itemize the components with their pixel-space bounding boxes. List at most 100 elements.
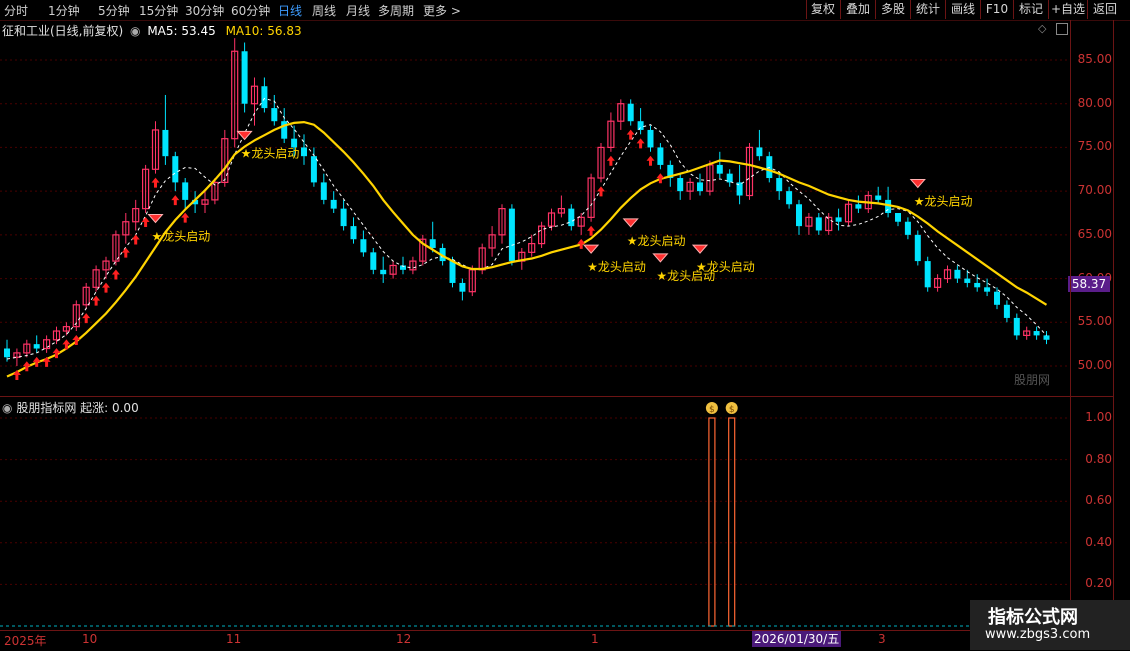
candle [301, 134, 307, 165]
candlestick-chart[interactable]: ★龙头启动★龙头启动★龙头启动★龙头启动★龙头启动★龙头启动★龙头启动 [0, 20, 1114, 395]
candle [250, 77, 259, 126]
buy-arrow [92, 295, 101, 306]
candle [657, 143, 664, 170]
timeframe-tab[interactable]: 5分钟 [98, 2, 130, 19]
signal-label: ★龙头启动 [152, 229, 211, 243]
candle [855, 195, 862, 213]
watermark: 股朋网 [1014, 373, 1051, 387]
candle [82, 282, 90, 310]
candle [330, 191, 337, 213]
candle [33, 335, 40, 353]
timeframe-tab[interactable]: 30分钟 [185, 2, 224, 19]
candle [984, 278, 991, 297]
signal-marker: ★龙头启动 [909, 179, 973, 209]
brand-url: www.zbgs3.com [985, 627, 1091, 642]
timeframe-tab[interactable]: 分时 [4, 2, 28, 19]
current-price-badge: 58.37 [1068, 276, 1110, 292]
back-button[interactable]: 返回 [1087, 0, 1122, 19]
candle [172, 151, 179, 192]
buy-arrow [111, 269, 120, 280]
timeframe-tab[interactable]: 60分钟 [231, 2, 270, 19]
candle [943, 265, 952, 283]
candle [677, 173, 684, 200]
crosshair-date-badge: 2026/01/30/五 [752, 631, 842, 647]
y-tick-label: 0.60 [1085, 493, 1112, 508]
candle [310, 147, 317, 187]
candle [815, 213, 822, 235]
mark-button[interactable]: 标记 [1013, 0, 1048, 19]
x-label: 11 [226, 632, 242, 646]
buy-arrow [597, 186, 605, 197]
y-tick-label: 55.00 [1077, 314, 1112, 329]
stats-button[interactable]: 统计 [910, 0, 945, 19]
draw-line-button[interactable]: 画线 [945, 0, 980, 19]
buy-arrow [606, 155, 615, 166]
candle [370, 247, 377, 275]
timeframe-tab-active[interactable]: 日线 [278, 2, 302, 19]
adjust-button[interactable]: 复权 [806, 0, 839, 19]
candle [587, 173, 595, 222]
candle [617, 99, 625, 130]
toolbar: 分时 1分钟 5分钟 15分钟 30分钟 60分钟 日线 周线 月线 多周期 更… [0, 0, 1130, 21]
multi-stock-button[interactable]: 多股 [875, 0, 910, 19]
y-tick-label: 65.00 [1077, 226, 1112, 241]
x-label: 2025年 [4, 634, 47, 648]
y-tick-label: 50.00 [1077, 358, 1112, 372]
buy-arrow [82, 313, 91, 324]
candle [875, 186, 882, 205]
candle [933, 274, 942, 292]
timeframe-tab[interactable]: 月线 [346, 2, 370, 19]
candle [271, 94, 278, 126]
candle [241, 42, 248, 113]
indicator-chart[interactable]: $ $ [0, 397, 1114, 630]
candle [488, 226, 496, 257]
y-tick-label: 80.00 [1077, 95, 1112, 110]
candle [537, 221, 546, 248]
candle [112, 230, 120, 266]
candle [597, 143, 605, 183]
timeframe-tab[interactable]: 1分钟 [48, 2, 80, 19]
signal-marker: ★龙头启动 [691, 244, 755, 274]
timeframe-tab[interactable]: 15分钟 [139, 2, 178, 19]
buy-arrow [171, 195, 180, 206]
signal-marker: ★龙头启动 [147, 213, 211, 243]
candle [221, 129, 229, 187]
y-tick-label: 70.00 [1077, 183, 1112, 198]
ma10-line [6, 120, 1048, 378]
signal-label: ★龙头启动 [696, 260, 755, 274]
svg-text:$: $ [729, 405, 735, 415]
buy-arrow [141, 217, 150, 227]
candle [1013, 313, 1020, 340]
timeframe-tab[interactable]: 多周期 [378, 2, 414, 19]
candle [151, 121, 160, 174]
candle [557, 195, 566, 218]
candle [42, 335, 51, 353]
timeframe-tab[interactable]: 周线 [312, 2, 336, 19]
candle [835, 208, 842, 231]
candle [1003, 300, 1010, 323]
candle [400, 256, 406, 275]
candle [340, 199, 347, 231]
more-menu[interactable]: 更多 > [423, 2, 461, 19]
x-label: 3 [878, 632, 886, 646]
y-tick-label: 85.00 [1077, 52, 1112, 66]
candle [1043, 331, 1050, 345]
candle [459, 278, 466, 301]
add-watchlist-button[interactable]: +自选 [1048, 0, 1087, 19]
signal-label: ★龙头启动 [587, 260, 646, 274]
candle [419, 234, 427, 266]
buy-arrow [577, 238, 586, 249]
candle [627, 99, 634, 126]
candle [1023, 326, 1031, 340]
signal-marker: ★龙头启动 [622, 218, 685, 248]
f10-button[interactable]: F10 [980, 0, 1013, 19]
overlay-button[interactable]: 叠加 [840, 0, 875, 19]
buy-arrow [181, 212, 190, 223]
candle [796, 199, 802, 235]
candle [52, 326, 61, 345]
y-tick-label: 75.00 [1077, 139, 1112, 154]
candle [577, 213, 585, 235]
candle [409, 256, 417, 275]
candle [261, 77, 268, 113]
candle [974, 274, 981, 292]
